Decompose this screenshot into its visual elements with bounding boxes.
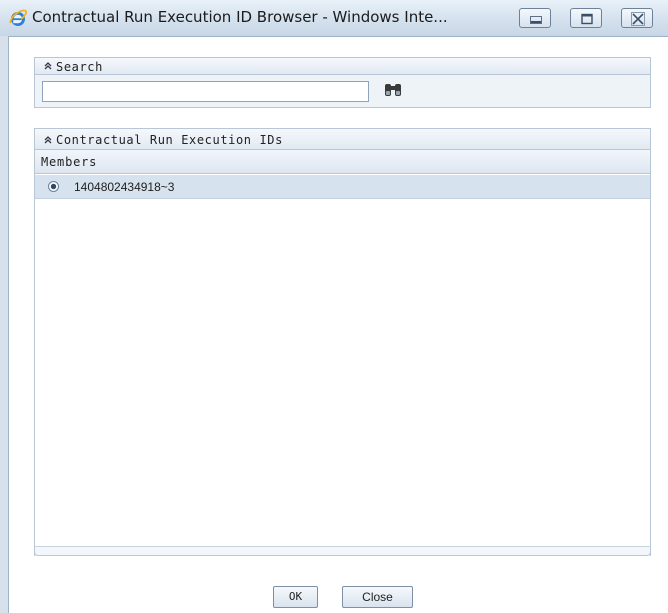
members-column-label: Members <box>41 155 98 169</box>
ids-section-title: Contractual Run Execution IDs <box>56 133 283 147</box>
members-column-header: Members <box>34 150 651 174</box>
close-icon <box>631 12 645 26</box>
window-title: Contractual Run Execution ID Browser - W… <box>32 8 448 26</box>
list-item[interactable]: 1404802434918~3 <box>35 175 650 199</box>
collapse-chevron-icon <box>44 136 52 144</box>
minimize-button[interactable] <box>519 8 551 28</box>
collapse-chevron-icon <box>44 62 52 70</box>
window-frame-left <box>0 36 9 613</box>
members-list <box>34 174 651 556</box>
internet-explorer-icon <box>9 9 28 26</box>
binoculars-icon[interactable] <box>383 81 403 99</box>
dialog-window: Contractual Run Execution ID Browser - W… <box>0 0 668 613</box>
ids-section-header[interactable]: Contractual Run Execution IDs <box>34 128 651 150</box>
window-close-button[interactable] <box>621 8 653 28</box>
minimize-icon <box>530 16 542 24</box>
list-footer <box>34 546 651 556</box>
maximize-icon <box>581 13 593 25</box>
maximize-button[interactable] <box>570 8 602 28</box>
radio-selected-icon[interactable] <box>48 181 59 192</box>
ok-button[interactable]: OK <box>273 586 318 608</box>
search-section-title: Search <box>56 60 103 74</box>
title-bar[interactable]: Contractual Run Execution ID Browser - W… <box>0 0 668 37</box>
close-button[interactable]: Close <box>342 586 413 608</box>
search-input[interactable] <box>42 81 369 102</box>
member-label: 1404802434918~3 <box>74 180 175 194</box>
search-section-header[interactable]: Search <box>34 57 651 75</box>
